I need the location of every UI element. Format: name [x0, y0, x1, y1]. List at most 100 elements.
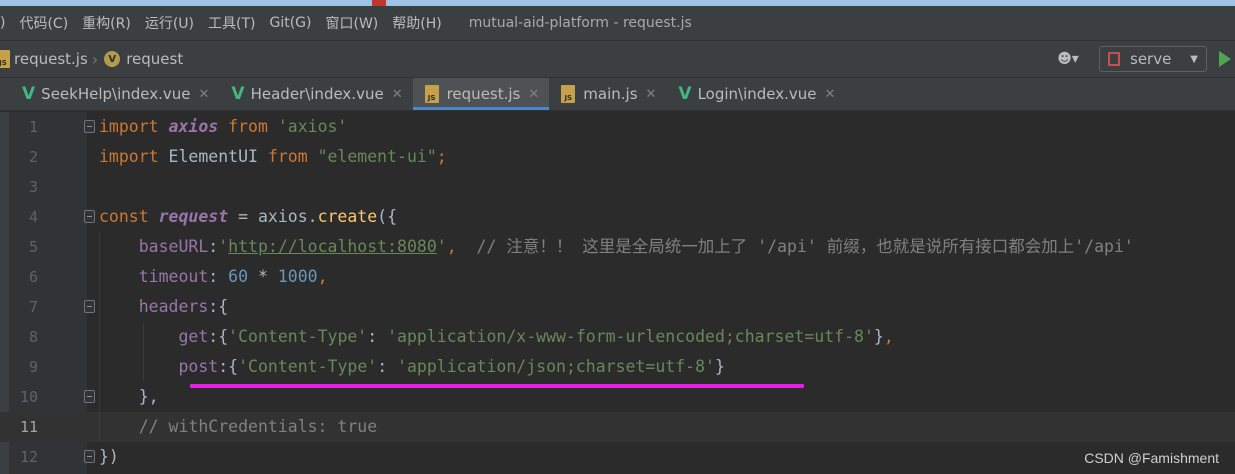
menu-help[interactable]: 帮助(H): [385, 13, 448, 33]
tab-label: Login\index.vue: [697, 85, 817, 103]
code-token: // 注意！！ 这里是全局统一加上了 '/api' 前缀，也就是说所有接口都会加…: [476, 237, 1134, 256]
code-line[interactable]: 9 post:{'Content-Type': 'application/jso…: [0, 352, 1235, 382]
code-token: 'application/x-www-form-urlencoded;chars…: [387, 327, 874, 346]
code-token: ElementUI: [168, 147, 258, 166]
tab-header-index-vue[interactable]: V Header\index.vue ✕: [219, 78, 412, 110]
code-token: :{: [208, 297, 229, 316]
fold-marker-icon[interactable]: [84, 210, 95, 223]
code-line[interactable]: 7 headers:{: [0, 292, 1235, 322]
breadcrumb-symbol[interactable]: request: [126, 50, 183, 68]
line-number: 9: [28, 358, 38, 376]
code-token: ,: [317, 267, 328, 286]
code-token: ,: [446, 237, 457, 256]
close-icon[interactable]: ✕: [392, 87, 403, 102]
code-token: :{: [208, 327, 229, 346]
vue-icon: V: [22, 84, 36, 104]
code-token: from: [218, 117, 278, 136]
breadcrumb: request.js › V request: [0, 50, 183, 69]
code-token: post: [178, 357, 219, 376]
code-editor[interactable]: 1 import axios from 'axios' 2 import Elemen…: [0, 112, 1235, 474]
menu-git[interactable]: Git(G): [262, 15, 318, 31]
code-line[interactable]: 1 import axios from 'axios': [0, 112, 1235, 142]
line-number: 6: [28, 268, 38, 286]
code-token: ;: [436, 147, 447, 166]
line-number: 3: [28, 178, 38, 196]
code-text: baseURL:'http://localhost:8080', // 注意！！…: [99, 232, 1134, 262]
code-line[interactable]: 11 // withCredentials: true: [0, 412, 1235, 442]
code-token: :: [208, 267, 229, 286]
line-number: 7: [28, 298, 38, 316]
window-title: mutual-aid-platform - request.js: [468, 15, 692, 31]
code-line[interactable]: 6 timeout: 60 * 1000,: [0, 262, 1235, 292]
fold-marker-icon[interactable]: [84, 120, 95, 133]
code-token: 'axios': [277, 117, 348, 136]
indent-guide: [99, 232, 100, 442]
close-icon[interactable]: ✕: [825, 87, 836, 102]
close-icon[interactable]: ✕: [528, 87, 539, 102]
code-token: import: [99, 147, 169, 166]
code-token: 1000: [277, 267, 318, 286]
code-line[interactable]: 4 const request = axios.create({: [0, 202, 1235, 232]
tab-login-index-vue[interactable]: V Login\index.vue ✕: [666, 78, 845, 110]
code-token: = axios.: [228, 207, 318, 226]
tab-label: Header\index.vue: [250, 85, 384, 103]
fold-marker-icon[interactable]: [84, 450, 95, 463]
code-token: ': [218, 237, 229, 256]
user-icon[interactable]: ☻▾: [1053, 47, 1083, 71]
run-config-label: serve: [1130, 50, 1172, 68]
menu-run[interactable]: 运行(U): [138, 13, 201, 33]
code-text: },: [99, 382, 159, 412]
code-token: :: [367, 327, 388, 346]
js-file-icon: [0, 50, 10, 68]
code-token: const: [99, 207, 159, 226]
line-number: 12: [19, 448, 38, 466]
menu-bar: ) 代码(C) 重构(R) 运行(U) 工具(T) Git(G) 窗口(W) 帮…: [0, 6, 1235, 40]
line-number: 10: [19, 388, 38, 406]
code-token: create: [317, 207, 378, 226]
tab-seekhelp-index-vue[interactable]: V SeekHelp\index.vue ✕: [10, 78, 219, 110]
code-token: import: [99, 117, 169, 136]
annotation-underline: [190, 384, 804, 388]
toolbar-right: ☻▾ serve ▼: [1053, 41, 1235, 77]
menu-refactor[interactable]: 重构(R): [75, 13, 138, 33]
code-token: 'Content-Type': [228, 327, 368, 346]
code-token: baseURL: [138, 237, 209, 256]
code-line[interactable]: 5 baseURL:'http://localhost:8080', // 注意…: [0, 232, 1235, 262]
fold-marker-icon[interactable]: [84, 300, 95, 313]
code-token: "element-ui": [317, 147, 437, 166]
breadcrumb-file[interactable]: request.js: [14, 50, 88, 68]
fold-marker-icon[interactable]: [84, 390, 95, 403]
code-line[interactable]: 12}): [0, 442, 1235, 472]
code-text: get:{'Content-Type': 'application/x-www-…: [99, 322, 893, 352]
code-token: ': [436, 237, 447, 256]
npm-icon: [1108, 52, 1120, 66]
code-token: http://localhost:8080: [228, 237, 437, 256]
menu-window[interactable]: 窗口(W): [318, 13, 385, 33]
code-text: // withCredentials: true: [99, 412, 377, 442]
code-line[interactable]: 2 import ElementUI from "element-ui";: [0, 142, 1235, 172]
tab-main-js[interactable]: main.js ✕: [549, 78, 666, 110]
code-token: // withCredentials: true: [138, 417, 378, 436]
code-line[interactable]: 3: [0, 172, 1235, 202]
close-icon[interactable]: ✕: [646, 87, 657, 102]
code-line[interactable]: 8 get:{'Content-Type': 'application/x-ww…: [0, 322, 1235, 352]
code-token: ({: [377, 207, 398, 226]
menu-tools[interactable]: 工具(T): [201, 13, 262, 33]
code-text: import axios from 'axios': [99, 112, 347, 142]
editor-tab-bar: V SeekHelp\index.vue ✕ V Header\index.vu…: [0, 78, 1235, 111]
code-text: }): [99, 442, 119, 472]
menu-code[interactable]: 代码(C): [12, 13, 75, 33]
code-token: from: [257, 147, 318, 166]
variable-icon: V: [104, 51, 121, 67]
code-token: :{: [218, 357, 239, 376]
code-token: :: [208, 237, 219, 256]
run-icon[interactable]: [1219, 51, 1231, 67]
line-number: 1: [28, 118, 38, 136]
run-config-dropdown[interactable]: serve ▼: [1099, 46, 1207, 72]
tab-request-js[interactable]: request.js ✕: [412, 78, 550, 110]
close-icon[interactable]: ✕: [199, 87, 210, 102]
